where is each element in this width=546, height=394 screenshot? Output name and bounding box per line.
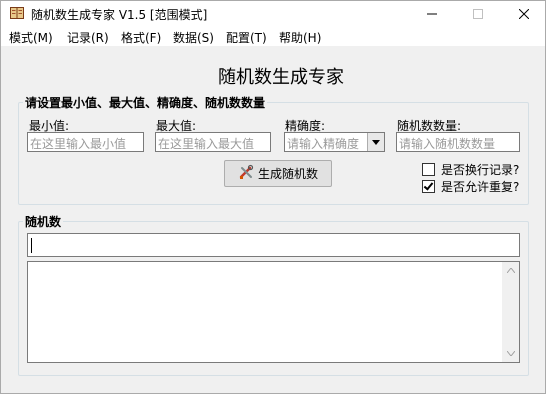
max-input[interactable]: 在这里输入最大值 bbox=[155, 132, 271, 152]
count-input[interactable]: 请输入随机数数量 bbox=[396, 132, 520, 152]
result-input[interactable] bbox=[27, 233, 520, 257]
book-icon[interactable] bbox=[9, 6, 25, 20]
menu-data[interactable]: 数据(S) bbox=[173, 29, 214, 46]
menu-record[interactable]: 记录(R) bbox=[67, 29, 109, 46]
precision-select[interactable]: 请输入精确度 bbox=[284, 132, 385, 152]
newline-record-label: 是否换行记录? bbox=[441, 163, 520, 177]
newline-record-checkbox[interactable] bbox=[422, 163, 435, 176]
min-input[interactable]: 在这里输入最小值 bbox=[27, 132, 144, 152]
precision-select-value: 请输入精确度 bbox=[287, 137, 360, 151]
main-window: 随机数生成专家 V1.5 [范围模式] 模式(M) 记录(R) 格式(F) 数据… bbox=[0, 0, 546, 394]
allow-repeat-option[interactable]: 是否允许重复? bbox=[422, 178, 519, 195]
menu-format[interactable]: 格式(F) bbox=[121, 29, 161, 46]
generate-button-label: 生成随机数 bbox=[257, 167, 318, 181]
menu-mode[interactable]: 模式(M) bbox=[9, 29, 53, 46]
result-group-legend: 随机数 bbox=[23, 213, 64, 230]
scroll-down-icon[interactable] bbox=[502, 345, 519, 362]
minimize-button[interactable] bbox=[409, 1, 455, 27]
maximize-button[interactable] bbox=[455, 1, 501, 27]
chevron-down-icon[interactable] bbox=[367, 133, 384, 151]
result-output-area[interactable] bbox=[27, 261, 520, 363]
window-title: 随机数生成专家 V1.5 [范围模式] bbox=[31, 8, 208, 22]
allow-repeat-checkbox[interactable] bbox=[422, 180, 435, 193]
vertical-scrollbar[interactable] bbox=[502, 262, 519, 362]
menu-help[interactable]: 帮助(H) bbox=[279, 29, 321, 46]
page-title: 随机数生成专家 bbox=[218, 67, 344, 88]
close-button[interactable] bbox=[501, 1, 546, 27]
generate-button[interactable]: 生成随机数 bbox=[224, 160, 332, 187]
menu-bar: 模式(M) 记录(R) 格式(F) 数据(S) 配置(T) 帮助(H) bbox=[1, 27, 545, 47]
scroll-up-icon[interactable] bbox=[502, 262, 519, 279]
text-caret bbox=[31, 238, 32, 253]
tools-icon bbox=[238, 164, 254, 183]
title-bar[interactable]: 随机数生成专家 V1.5 [范围模式] bbox=[1, 1, 545, 27]
newline-record-option[interactable]: 是否换行记录? bbox=[422, 161, 519, 178]
menu-config[interactable]: 配置(T) bbox=[226, 29, 267, 46]
allow-repeat-label: 是否允许重复? bbox=[441, 180, 520, 194]
settings-group-legend: 请设置最小值、最大值、精确度、随机数数量 bbox=[23, 94, 268, 111]
